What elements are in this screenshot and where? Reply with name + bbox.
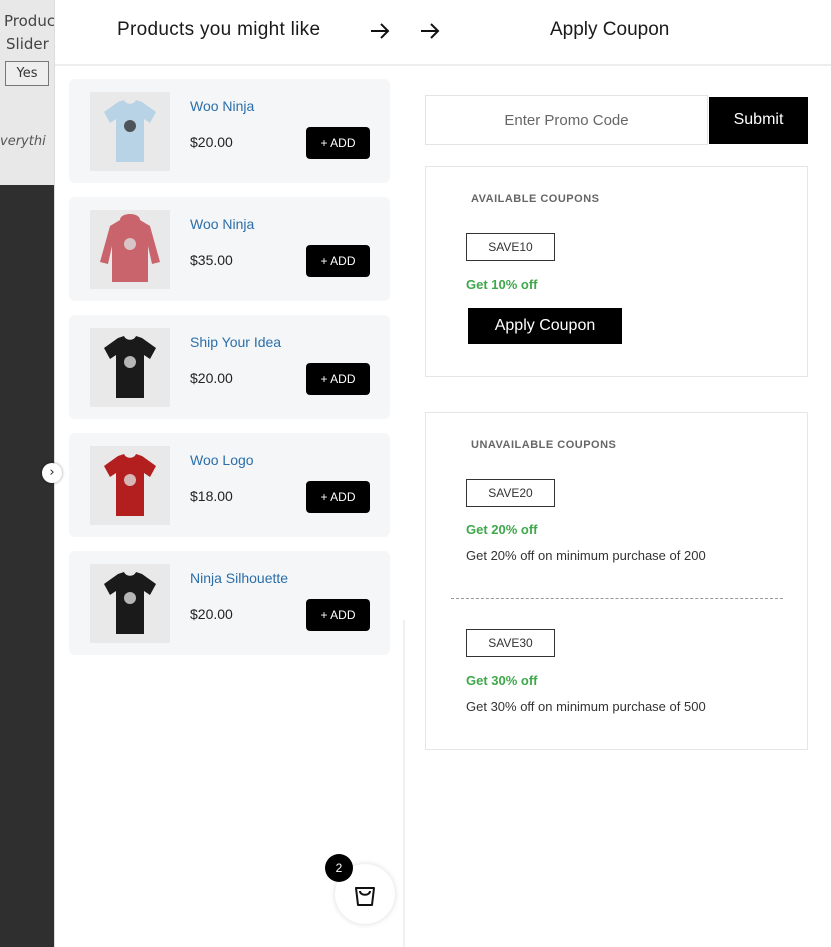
product-price: $20.00: [190, 134, 233, 150]
cart-count-badge: 2: [325, 854, 353, 882]
product-card: Ship Your Idea $20.00 + ADD: [69, 315, 390, 419]
background-strip: [0, 185, 60, 947]
background-yes-button[interactable]: Yes: [5, 61, 49, 86]
available-coupons-title: AVAILABLE COUPONS: [471, 193, 600, 205]
coupon-code-badge: SAVE30: [466, 629, 555, 657]
product-image[interactable]: [90, 328, 170, 407]
apply-coupon-button[interactable]: Apply Coupon: [468, 308, 622, 344]
product-image[interactable]: [90, 210, 170, 289]
coupon-section-title: Apply Coupon: [550, 19, 670, 40]
shopping-bag-icon: [355, 887, 375, 906]
products-section-title: Products you might like: [117, 19, 321, 40]
background-panel: Produc Slider Yes verythi: [0, 0, 60, 185]
add-to-cart-button[interactable]: + ADD: [306, 599, 370, 631]
slider-next-arrow-icon[interactable]: ›: [42, 463, 62, 483]
background-text-line1: Produc: [4, 12, 56, 30]
add-to-cart-button[interactable]: + ADD: [306, 127, 370, 159]
coupon-separator: [451, 598, 783, 599]
product-price: $35.00: [190, 252, 233, 268]
shirt-print-mark: [124, 356, 136, 368]
background-text-line2: Slider: [6, 35, 49, 53]
product-name-link[interactable]: Woo Logo: [190, 452, 254, 468]
product-name-link[interactable]: Ship Your Idea: [190, 334, 281, 350]
column-divider: [403, 620, 405, 947]
product-name-link[interactable]: Woo Ninja: [190, 98, 254, 114]
available-coupons-box: AVAILABLE COUPONS SAVE10 Get 10% off App…: [425, 166, 808, 377]
product-image[interactable]: [90, 446, 170, 525]
arrow-right-icon[interactable]: [419, 21, 441, 41]
add-to-cart-button[interactable]: + ADD: [306, 245, 370, 277]
product-image[interactable]: [90, 564, 170, 643]
coupon-discount-text: Get 10% off: [466, 277, 538, 292]
unavailable-coupons-title: UNAVAILABLE COUPONS: [471, 439, 617, 451]
product-card: Woo Ninja $20.00 + ADD: [69, 79, 390, 183]
drawer-header: Products you might like Apply Coupon: [55, 0, 831, 66]
product-price: $20.00: [190, 606, 233, 622]
product-price: $18.00: [190, 488, 233, 504]
unavailable-coupons-box: UNAVAILABLE COUPONS SAVE20 Get 20% off G…: [425, 412, 808, 750]
shirt-print-mark: [124, 474, 136, 486]
product-price: $20.00: [190, 370, 233, 386]
submit-promo-button[interactable]: Submit: [709, 97, 808, 144]
coupon-condition-text: Get 20% off on minimum purchase of 200: [466, 548, 706, 563]
product-name-link[interactable]: Ninja Silhouette: [190, 570, 288, 586]
coupon-code-badge: SAVE20: [466, 479, 555, 507]
product-name-link[interactable]: Woo Ninja: [190, 216, 254, 232]
product-card: Ninja Silhouette $20.00 + ADD: [69, 551, 390, 655]
coupon-code-badge[interactable]: SAVE10: [466, 233, 555, 261]
product-card: Woo Logo $18.00 + ADD: [69, 433, 390, 537]
coupon-discount-text: Get 20% off: [466, 522, 538, 537]
coupon-discount-text: Get 30% off: [466, 673, 538, 688]
side-cart-drawer: Products you might like Apply Coupon Woo…: [54, 0, 831, 947]
product-image[interactable]: [90, 92, 170, 171]
arrow-right-icon[interactable]: [369, 21, 391, 41]
coupon-condition-text: Get 30% off on minimum purchase of 500: [466, 699, 706, 714]
shirt-print-mark: [124, 592, 136, 604]
add-to-cart-button[interactable]: + ADD: [306, 481, 370, 513]
add-to-cart-button[interactable]: + ADD: [306, 363, 370, 395]
background-italic-text: verythi: [0, 134, 46, 149]
promo-code-input[interactable]: Enter Promo Code: [425, 95, 708, 145]
shirt-print-mark: [124, 238, 136, 250]
product-card: Woo Ninja $35.00 + ADD: [69, 197, 390, 301]
shirt-print-mark: [124, 120, 136, 132]
